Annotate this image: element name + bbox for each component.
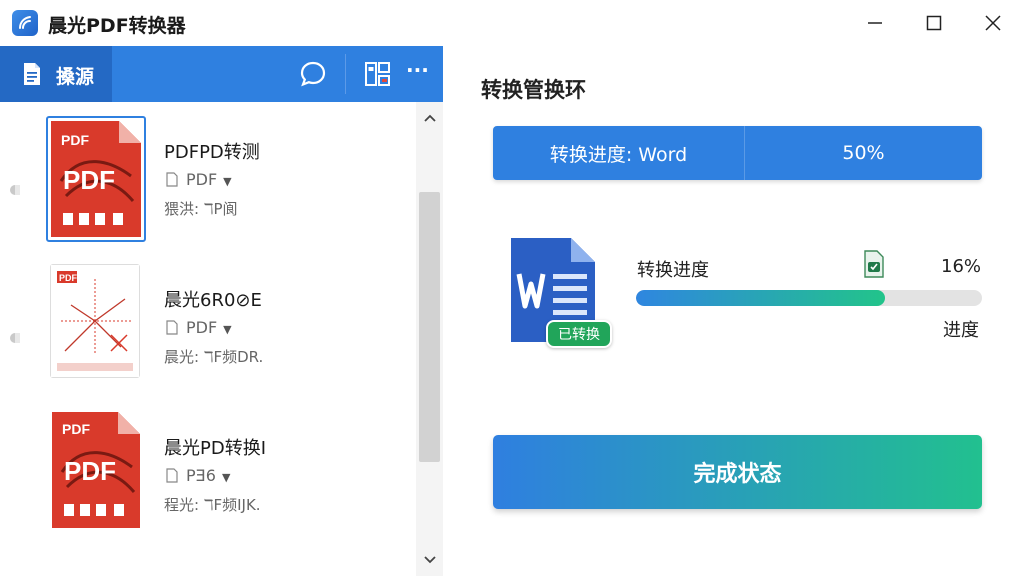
minimize-button[interactable] xyxy=(858,8,892,38)
conversion-panel: 转换管换环 转换进度: Word 50% 已转换 转换进度 16% 进度 完成状… xyxy=(444,46,1024,576)
pdf-badge-text: PDF xyxy=(59,273,78,283)
excel-file-icon xyxy=(863,250,885,282)
progress-header-percent: 50% xyxy=(842,142,885,164)
expand-handle-icon[interactable] xyxy=(9,332,21,344)
more-dots-icon[interactable]: ··· xyxy=(406,58,434,86)
file-type-label: PDF xyxy=(186,318,218,337)
file-list-scrollbar[interactable] xyxy=(416,102,443,576)
close-button[interactable] xyxy=(976,8,1010,38)
file-type-label: PƎ6 xyxy=(186,466,216,485)
progress-header: 转换进度: Word 50% xyxy=(493,126,982,180)
file-meta: 晨光: ℸF频DR. xyxy=(164,348,264,366)
pdf-thumbnail[interactable]: PDF xyxy=(50,264,140,378)
file-type-select[interactable]: PDF ▼ xyxy=(166,318,232,337)
chevron-down-icon[interactable] xyxy=(422,552,438,568)
chevron-down-icon: ▼ xyxy=(223,323,232,336)
file-panel: 搡源 ··· PDF PDF PDFPD转测 PDF ▼ 猥洪: ℸP阆 PDF… xyxy=(0,46,443,576)
chat-bubble-icon[interactable] xyxy=(299,60,327,88)
conversion-percent: 16% xyxy=(941,256,982,277)
tab-source[interactable]: 搡源 xyxy=(0,46,112,102)
pdf-badge-text: PDF xyxy=(62,421,90,437)
progress-header-label: 转换进度: Word xyxy=(493,126,745,180)
app-logo-icon xyxy=(12,10,38,36)
file-icon xyxy=(166,172,178,187)
maximize-button[interactable] xyxy=(917,8,951,38)
chevron-up-icon[interactable] xyxy=(422,110,438,126)
list-item[interactable]: PDF 晨光6R0⊘E PDF ▼ 晨光: ℸF频DR. xyxy=(0,250,416,398)
file-name: PDFPD转测 xyxy=(164,142,260,163)
expand-handle-icon[interactable] xyxy=(9,184,21,196)
file-name: 晨光PD转换I xyxy=(164,438,267,459)
file-list: PDF PDF PDFPD转测 PDF ▼ 猥洪: ℸP阆 PDF 晨光6R0⊘… xyxy=(0,102,416,576)
converted-badge: 已转换 xyxy=(546,320,612,348)
scrollbar-thumb[interactable] xyxy=(419,192,440,462)
file-type-label: PDF xyxy=(186,170,218,189)
app-window: 晨光PDF转换器 搡源 ··· PDF PDF PDFPD转测 PDF ▼ 猥洪… xyxy=(0,0,1024,576)
file-meta: 猥洪: ℸP阆 xyxy=(164,200,238,218)
chevron-down-icon: ▼ xyxy=(223,175,232,188)
progress-bar-track xyxy=(636,290,982,306)
progress-caption: 进度 xyxy=(943,320,979,341)
pdf-thumbnail[interactable]: PDF PDF xyxy=(52,412,140,528)
pdf-badge-text: PDF xyxy=(61,132,89,148)
list-item[interactable]: PDF PDF PDFPD转测 PDF ▼ 猥洪: ℸP阆 xyxy=(0,102,416,250)
file-meta: 程光: ℸF频IJK. xyxy=(164,496,261,514)
pdf-thumbnail[interactable]: PDF PDF xyxy=(46,116,146,242)
document-icon xyxy=(22,62,42,90)
chevron-down-icon: ▼ xyxy=(221,471,231,484)
file-type-select[interactable]: PDF ▼ xyxy=(166,170,232,189)
pdf-big-text: PDF xyxy=(63,165,115,195)
tab-source-label: 搡源 xyxy=(56,66,95,88)
conversion-label: 转换进度 xyxy=(637,260,709,281)
app-title: 晨光PDF转换器 xyxy=(48,15,186,37)
list-item[interactable]: PDF PDF 晨光PD转换I PƎ6 ▼ 程光: ℸF频IJK. xyxy=(0,398,416,546)
progress-bar-fill xyxy=(636,290,886,306)
title-bar: 晨光PDF转换器 xyxy=(0,0,1024,46)
file-icon xyxy=(166,468,178,483)
file-type-select[interactable]: PƎ6 ▼ xyxy=(166,466,230,485)
pdf-big-text: PDF xyxy=(64,456,116,486)
complete-status-button[interactable]: 完成状态 xyxy=(493,435,982,509)
layout-grid-icon[interactable] xyxy=(364,60,392,88)
left-toolbar: 搡源 ··· xyxy=(0,46,443,102)
panel-title: 转换管换环 xyxy=(481,78,586,102)
file-icon xyxy=(166,320,178,335)
toolbar-divider xyxy=(345,54,346,94)
file-name: 晨光6R0⊘E xyxy=(164,290,262,311)
